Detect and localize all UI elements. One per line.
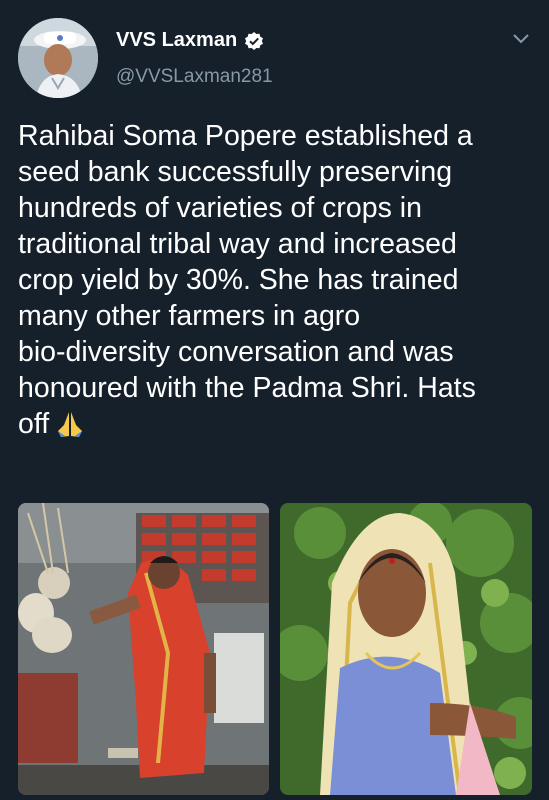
tweet-photo-2[interactable] [280,503,532,795]
tweet-text: Rahibai Soma Popere established a seed b… [18,118,533,442]
tweet-header: VVS Laxman @VVSLaxman281 [18,18,531,98]
avatar[interactable] [18,18,98,98]
author-name[interactable]: VVS Laxman [116,29,237,52]
folded-hands-emoji [58,412,83,437]
tweet-photo-1[interactable] [18,503,269,795]
verified-badge-icon [245,31,264,50]
tweet-body: Rahibai Soma Popere established a seed b… [18,120,476,440]
author-handle[interactable]: @VVSLaxman281 [116,66,273,88]
chevron-down-icon[interactable] [511,32,531,46]
